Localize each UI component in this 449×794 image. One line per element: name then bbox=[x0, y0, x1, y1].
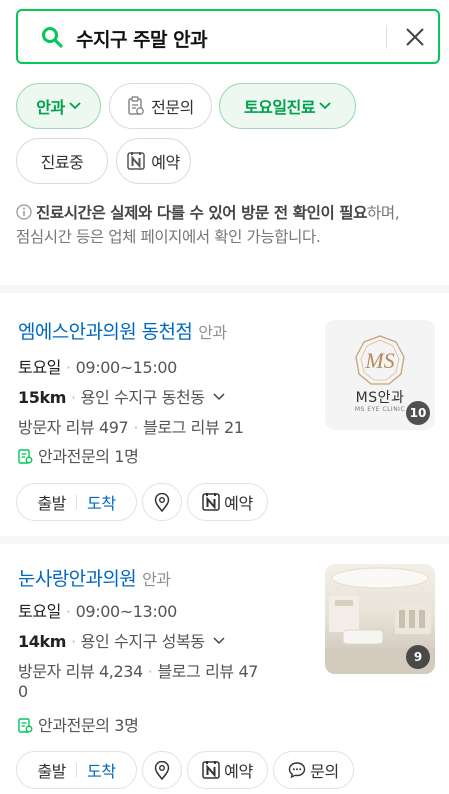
photo-count-badge: 10 bbox=[406, 401, 430, 425]
review-counts-wrap: 0 bbox=[18, 682, 28, 701]
place-name[interactable]: 엠에스안과의원 동천점 bbox=[18, 321, 193, 343]
result-title[interactable]: 엠에스안과의원 동천점 안과 bbox=[18, 317, 227, 344]
filter-chip-label: 진료중 bbox=[40, 153, 84, 172]
reserve-label: 예약 bbox=[224, 762, 253, 781]
business-hours: 토요일 · 09:00~13:00 bbox=[18, 602, 178, 621]
hours-notice: 진료시간은 실제와 다를 수 있어 방문 전 확인이 필요하며, 점심시간 등은… bbox=[16, 201, 416, 249]
reserve-label: 예약 bbox=[224, 494, 253, 513]
blog-reviews-wrap: 0 bbox=[18, 682, 28, 701]
filter-chip-reservation[interactable]: 예약 bbox=[116, 138, 191, 184]
filter-chip-label: 토요일진료 bbox=[243, 98, 316, 117]
svg-text:MS: MS bbox=[364, 348, 394, 373]
result-title[interactable]: 눈사랑안과의원 안과 bbox=[18, 564, 171, 591]
address: 용인 수지구 동천동 bbox=[80, 388, 205, 407]
close-icon[interactable] bbox=[401, 23, 429, 51]
distance: 14km bbox=[18, 632, 66, 651]
chevron-down-icon bbox=[69, 102, 81, 110]
route-button[interactable]: 출발 도착 bbox=[16, 751, 137, 789]
specialist-label: 안과전문의 3명 bbox=[38, 716, 139, 735]
arrive-label[interactable]: 도착 bbox=[87, 490, 116, 514]
business-hours: 토요일 · 09:00~15:00 bbox=[18, 358, 178, 377]
visitor-reviews: 방문자 리뷰 497 bbox=[18, 418, 129, 437]
blog-reviews: 블로그 리뷰 21 bbox=[143, 418, 244, 437]
chat-bubble-icon bbox=[288, 762, 306, 779]
route-button[interactable]: 출발 도착 bbox=[16, 483, 137, 521]
search-divider bbox=[386, 25, 387, 49]
naver-n-icon bbox=[202, 761, 220, 779]
chevron-down-icon bbox=[319, 102, 331, 110]
specialist-doc-icon bbox=[18, 449, 33, 464]
specialist-doc-icon bbox=[128, 96, 145, 115]
hours-day: 토요일 bbox=[18, 602, 61, 621]
search-icon bbox=[42, 27, 63, 48]
hours-time: 09:00~15:00 bbox=[75, 358, 178, 377]
result-card: 눈사랑안과의원 안과 토요일 · 09:00~13:00 14km · 용인 수지구 성복… bbox=[0, 564, 449, 794]
distance-address[interactable]: 15km · 용인 수지구 동천동 bbox=[18, 384, 225, 408]
specialist-label: 안과전문의 1명 bbox=[38, 447, 139, 466]
filter-chip-label: 전문의 bbox=[151, 98, 194, 117]
filter-chip-specialist[interactable]: 전문의 bbox=[109, 83, 212, 129]
section-separator bbox=[0, 536, 449, 544]
filter-chip-label: 안과 bbox=[36, 98, 65, 117]
filter-chip-saturday[interactable]: 토요일진료 bbox=[219, 83, 356, 129]
map-pin-icon bbox=[154, 492, 170, 512]
section-separator bbox=[0, 285, 449, 293]
review-counts: 방문자 리뷰 4,234 · 블로그 리뷰 47 bbox=[18, 662, 259, 681]
chevron-down-icon bbox=[213, 637, 225, 645]
search-box[interactable]: 수지구 주말 안과 bbox=[16, 9, 440, 64]
chevron-down-icon bbox=[213, 393, 225, 401]
depart-label[interactable]: 출발 bbox=[37, 758, 66, 782]
map-pin-button[interactable] bbox=[142, 483, 182, 521]
place-category: 안과 bbox=[198, 323, 227, 342]
reserve-button[interactable]: 예약 bbox=[187, 751, 268, 789]
notice-bold: 진료시간은 실제와 다를 수 있어 방문 전 확인이 필요 bbox=[36, 204, 368, 222]
inquiry-label: 문의 bbox=[310, 762, 339, 781]
reserve-button[interactable]: 예약 bbox=[187, 483, 268, 521]
place-category: 안과 bbox=[142, 570, 171, 589]
place-thumbnail[interactable]: MS MS안과 MS EYE CLINIC 10 bbox=[325, 320, 435, 430]
result-card: 엠에스안과의원 동천점 안과 토요일 · 09:00~15:00 15km · 용인 수지… bbox=[0, 317, 449, 532]
photo-count-badge: 9 bbox=[406, 645, 430, 669]
map-pin-button[interactable] bbox=[142, 751, 182, 789]
arrive-label[interactable]: 도착 bbox=[87, 758, 116, 782]
filter-chip-label: 예약 bbox=[151, 153, 180, 172]
visitor-reviews: 방문자 리뷰 4,234 bbox=[18, 662, 143, 681]
hours-time: 09:00~13:00 bbox=[75, 602, 178, 621]
place-thumbnail[interactable]: 9 bbox=[325, 564, 435, 674]
naver-n-icon bbox=[127, 152, 146, 170]
filter-chip-open-now[interactable]: 진료중 bbox=[16, 138, 108, 184]
depart-label[interactable]: 출발 bbox=[37, 490, 66, 514]
distance-address[interactable]: 14km · 용인 수지구 성복동 bbox=[18, 628, 225, 652]
distance: 15km bbox=[18, 388, 66, 407]
blog-reviews: 블로그 리뷰 47 bbox=[157, 662, 259, 681]
specialist-count: 안과전문의 1명 bbox=[18, 443, 139, 467]
filter-chip-eye[interactable]: 안과 bbox=[16, 83, 101, 129]
address: 용인 수지구 성복동 bbox=[80, 632, 205, 651]
specialist-count: 안과전문의 3명 bbox=[18, 712, 139, 736]
hours-day: 토요일 bbox=[18, 358, 61, 377]
naver-n-icon bbox=[202, 493, 220, 511]
specialist-doc-icon bbox=[18, 718, 33, 733]
place-name[interactable]: 눈사랑안과의원 bbox=[18, 568, 137, 590]
map-pin-icon bbox=[154, 760, 170, 780]
search-query[interactable]: 수지구 주말 안과 bbox=[76, 25, 208, 52]
info-icon bbox=[16, 204, 32, 220]
review-counts: 방문자 리뷰 497 · 블로그 리뷰 21 bbox=[18, 418, 244, 437]
inquiry-button[interactable]: 문의 bbox=[273, 751, 354, 789]
